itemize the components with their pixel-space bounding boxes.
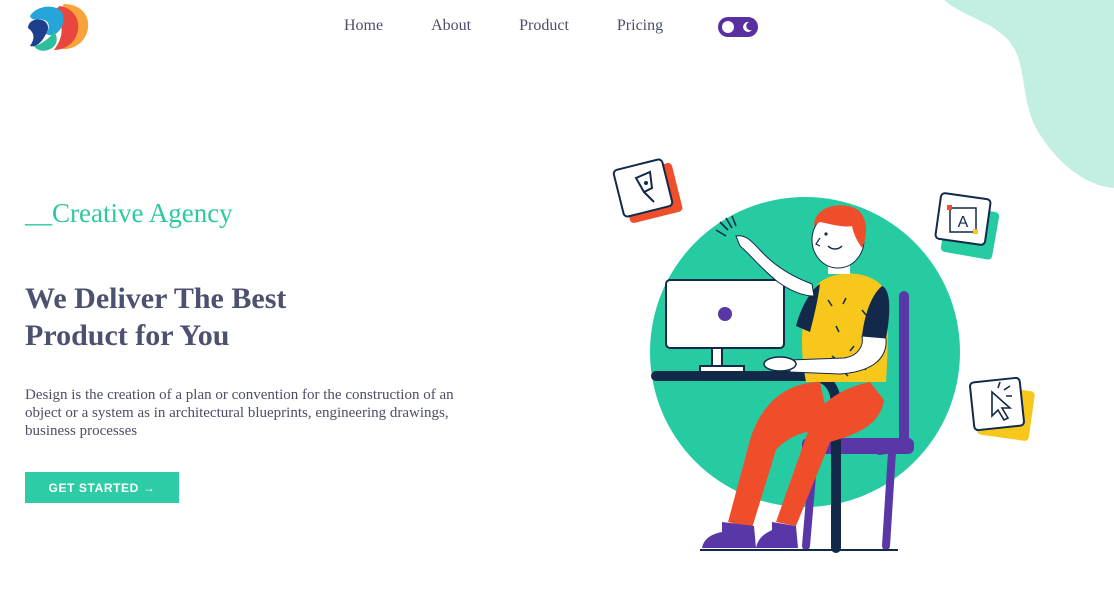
get-started-button[interactable]: GET STARTED →: [25, 472, 179, 503]
nav-link-home[interactable]: Home: [344, 17, 383, 35]
dark-mode-toggle[interactable]: [718, 17, 758, 37]
nav-link-about[interactable]: About: [431, 17, 471, 35]
headline-line-2: Product for You: [25, 319, 230, 352]
hero-eyebrow: __Creative Agency: [25, 198, 233, 228]
main-nav: Home About Product Pricing: [320, 14, 687, 38]
landing-page: Home About Product Pricing __Creative Ag…: [0, 0, 1114, 611]
moon-icon: [743, 21, 752, 32]
text-tool-icon: A: [934, 192, 1000, 260]
text-tool-letter: A: [958, 214, 969, 231]
headline-line-1: We Deliver The Best: [25, 282, 287, 315]
hero-illustration: A: [612, 158, 1035, 553]
nav-link-pricing[interactable]: Pricing: [617, 17, 663, 35]
hero-headline: We Deliver The Best Product for You: [25, 280, 385, 354]
nav-link-product[interactable]: Product: [519, 17, 569, 35]
hero-description: Design is the creation of a plan or conv…: [25, 387, 454, 439]
logo-icon[interactable]: [24, 2, 92, 52]
pen-tool-icon: [612, 158, 683, 223]
cursor-click-icon: [969, 376, 1035, 441]
toggle-knob: [722, 21, 734, 33]
